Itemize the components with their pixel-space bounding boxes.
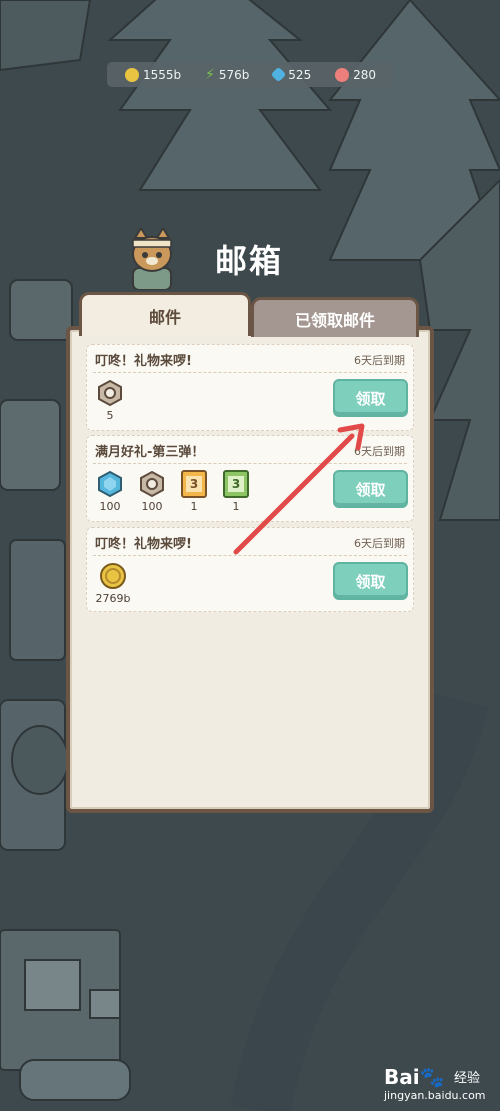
reward-item: 3 1 bbox=[221, 470, 251, 513]
gold-coin-icon bbox=[124, 67, 139, 82]
baidu-watermark: Bai🐾 经验 jingyan.baidu.com bbox=[384, 1063, 494, 1105]
mail-expire: 6天后到期 bbox=[354, 353, 405, 367]
mailbox-title: 邮箱 bbox=[215, 242, 284, 280]
mail-title: 叮咚！礼物来啰! bbox=[95, 354, 192, 369]
nut-icon bbox=[140, 470, 164, 498]
reward-item: 3 1 bbox=[179, 470, 209, 513]
gem-value: 525 bbox=[288, 67, 312, 82]
orange-ticket-icon: 3 bbox=[181, 470, 207, 498]
gold-coin-value: 1555b bbox=[142, 67, 182, 82]
nut-icon bbox=[98, 379, 122, 407]
ticket-number: 3 bbox=[186, 476, 202, 492]
reward-item: 100 bbox=[95, 470, 125, 513]
divider bbox=[93, 555, 407, 556]
reward-amount: 5 bbox=[106, 409, 114, 422]
leaf-counter: ⚡ 576b bbox=[205, 67, 249, 83]
baidu-logo: Bai🐾 bbox=[384, 1065, 445, 1089]
leaf-value: 576b bbox=[218, 67, 250, 82]
cat-mascot-icon bbox=[127, 226, 177, 291]
reward-list: 2769b bbox=[95, 562, 131, 605]
reward-item: 100 bbox=[137, 470, 167, 513]
mail-item: 叮咚！礼物来啰! 6天后到期 5 领取 bbox=[86, 344, 414, 431]
reward-amount: 100 bbox=[141, 500, 163, 513]
claim-button[interactable]: 领取 bbox=[333, 562, 408, 600]
blue-gem-icon bbox=[98, 470, 122, 498]
claim-button[interactable]: 领取 bbox=[333, 379, 408, 417]
mail-expire: 6天后到期 bbox=[354, 444, 405, 458]
tab-mail[interactable]: 邮件 bbox=[79, 292, 251, 336]
ticket-number: 3 bbox=[228, 476, 244, 492]
divider bbox=[93, 463, 407, 464]
reward-amount: 1 bbox=[232, 500, 240, 513]
reward-list: 100 100 3 1 3 1 bbox=[95, 470, 251, 513]
gold-coin-icon bbox=[100, 563, 126, 589]
watermark-brand: 经验 bbox=[454, 1071, 481, 1086]
mail-title: 满月好礼-第三弹！ bbox=[95, 445, 205, 460]
mail-item: 叮咚！礼物来啰! 6天后到期 2769b 领取 bbox=[86, 527, 414, 612]
mail-title: 叮咚！礼物来啰! bbox=[95, 537, 192, 552]
mail-item: 满月好礼-第三弹！ 6天后到期 100 100 3 1 3 1 领取 bbox=[86, 435, 414, 522]
watermark-url: jingyan.baidu.com bbox=[384, 1089, 486, 1102]
claim-button[interactable]: 领取 bbox=[333, 470, 408, 508]
shell-counter: 280 bbox=[335, 67, 377, 82]
reward-item: 2769b bbox=[95, 562, 131, 605]
reward-item: 5 bbox=[95, 379, 125, 422]
reward-amount: 2769b bbox=[95, 592, 131, 605]
reward-amount: 100 bbox=[99, 500, 121, 513]
divider bbox=[93, 372, 407, 373]
gem-counter: 525 bbox=[271, 66, 312, 83]
shell-value: 280 bbox=[353, 67, 377, 82]
blue-gem-icon bbox=[271, 66, 287, 83]
green-leaf-icon: ⚡ bbox=[205, 66, 215, 83]
currency-bar: 1555b ⚡ 576b 525 280 bbox=[107, 62, 394, 87]
reward-list: 5 bbox=[95, 379, 125, 422]
reward-amount: 1 bbox=[190, 500, 198, 513]
tab-claimed-mail[interactable]: 已领取邮件 bbox=[251, 297, 419, 337]
green-ticket-icon: 3 bbox=[223, 470, 249, 498]
mail-expire: 6天后到期 bbox=[354, 536, 405, 550]
pink-shell-icon bbox=[335, 67, 350, 82]
gold-coin-counter: 1555b bbox=[124, 67, 182, 82]
